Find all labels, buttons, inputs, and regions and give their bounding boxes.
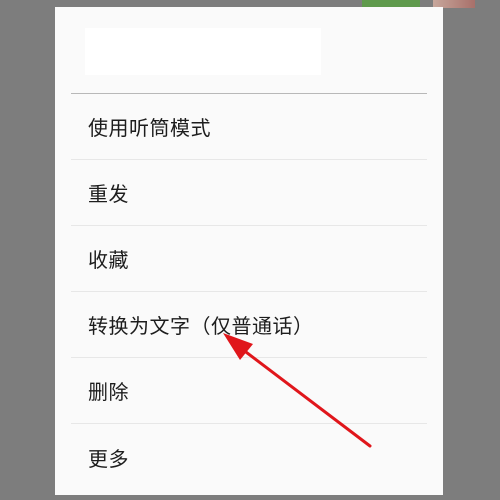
red-arrow-annotation (223, 333, 372, 448)
